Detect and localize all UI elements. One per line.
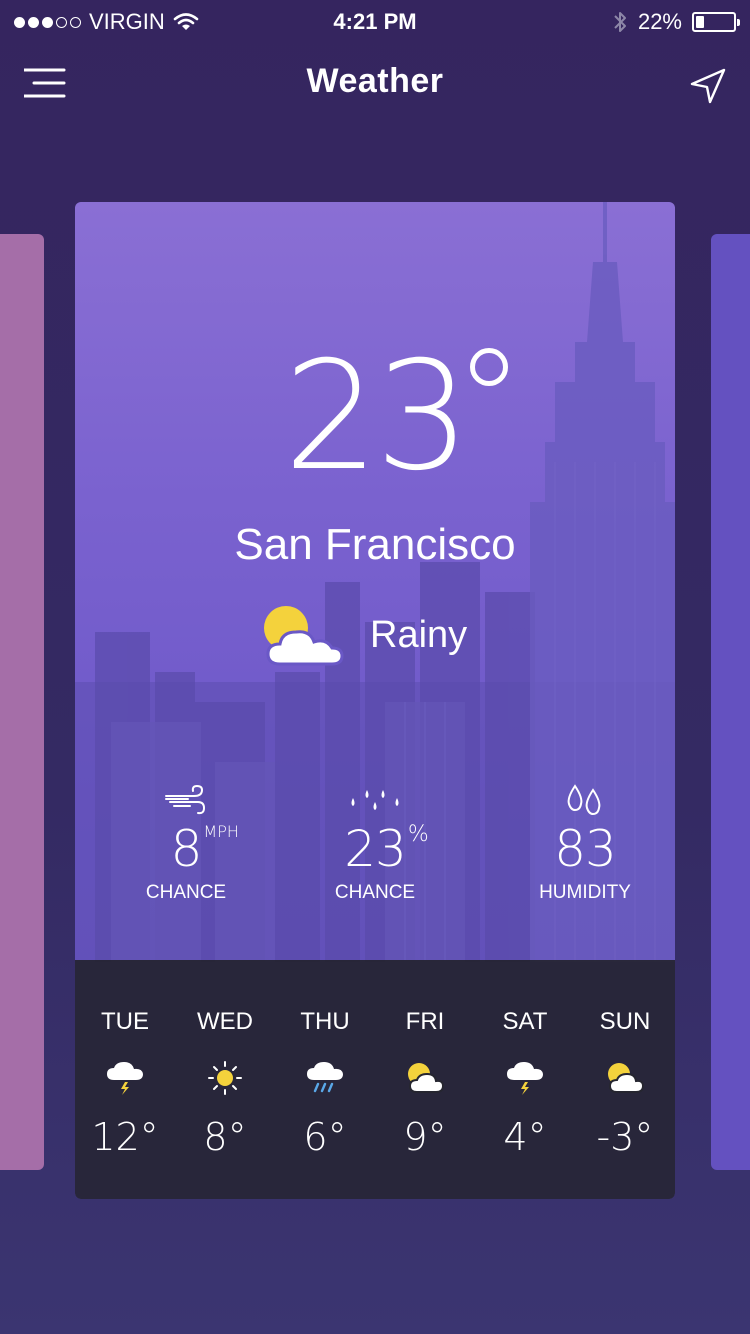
carrier-name: VIRGIN [89, 9, 165, 34]
previous-city-card[interactable] [0, 234, 44, 1170]
wind-value: 8 MPH [170, 820, 239, 878]
status-left: VIRGIN [14, 9, 199, 35]
degree-symbol [470, 348, 509, 386]
forecast-day-name: SUN [599, 1008, 651, 1035]
city-name: San Francisco [234, 520, 516, 569]
humidity-value: 83 [554, 820, 617, 878]
page-title: Weather [306, 62, 444, 100]
forecast-day-sun[interactable]: SUN -3° [575, 960, 675, 1199]
bluetooth-icon [614, 12, 626, 32]
next-city-card[interactable] [711, 234, 750, 1170]
forecast-temp: 4° [503, 1115, 547, 1159]
battery-level [696, 16, 704, 28]
wind-label: CHANCE [145, 882, 227, 903]
current-condition: Rainy [260, 602, 467, 668]
current-temperature: 23 [75, 342, 675, 492]
precipitation-stat: 23% CHANCE [295, 782, 455, 904]
wind-stat: 8 MPH CHANCE [106, 782, 266, 904]
partly-cloudy-icon [608, 1063, 645, 1093]
forecast-temp: 9° [403, 1115, 447, 1159]
partly-cloudy-icon [264, 606, 344, 666]
forecast-day-name: THU [300, 1008, 350, 1035]
forecast-day-sat[interactable]: SAT 4° [475, 960, 575, 1199]
rain-icon [307, 1062, 343, 1093]
forecast-temp: 6° [303, 1115, 347, 1159]
forecast-day-name: FRI [405, 1008, 445, 1035]
forecast-temp: -3° [596, 1115, 654, 1159]
forecast-temp: 12° [91, 1115, 159, 1159]
battery-icon [692, 12, 740, 32]
forecast-day-name: WED [197, 1008, 253, 1035]
battery-percent: 22% [637, 9, 682, 34]
location-arrow-icon [690, 68, 726, 104]
forecast-day-name: SAT [502, 1008, 548, 1035]
forecast-day-fri[interactable]: FRI 9° [375, 960, 475, 1199]
location-button[interactable] [688, 66, 728, 106]
wind-icon [165, 784, 206, 815]
condition-label: Rainy [370, 613, 468, 656]
weekly-forecast: TUE 12° WED 8° THU 6° FRI 9° SAT 4° SUN … [75, 960, 675, 1199]
forecast-day-tue[interactable]: TUE 12° [75, 960, 175, 1199]
forecast-day-name: TUE [101, 1008, 149, 1035]
weather-stats: 8 MPH CHANCE 23% CHANCE 83 HUMIDITY [75, 782, 675, 912]
humidity-icon [567, 784, 601, 816]
partly-cloudy-icon [408, 1063, 445, 1093]
storm-icon [507, 1062, 543, 1095]
temperature-value: 23 [283, 330, 471, 504]
precipitation-unit: % [407, 822, 429, 847]
precipitation-value: 23% [344, 820, 429, 878]
wifi-icon [173, 13, 199, 30]
forecast-day-wed[interactable]: WED 8° [175, 960, 275, 1199]
weather-card: 23 San Francisco Rainy 8 MPH CHANCE 23 %… [75, 202, 675, 1199]
rain-drops-icon [351, 790, 399, 810]
sun-icon [208, 1061, 242, 1095]
forecast-temp: 8° [203, 1115, 247, 1159]
storm-icon [107, 1062, 143, 1095]
forecast-day-thu[interactable]: THU 6° [275, 960, 375, 1199]
wind-unit: MPH [203, 822, 239, 841]
precipitation-label: CHANCE [334, 882, 416, 903]
nav-bar: Weather [0, 50, 750, 116]
signal-strength-icon [14, 16, 81, 28]
status-right: 22% [612, 9, 740, 35]
status-bar: VIRGIN 4:21 PM 22% [0, 0, 750, 44]
humidity-label: HUMIDITY [539, 882, 631, 903]
humidity-stat: 83 HUMIDITY [505, 782, 665, 904]
